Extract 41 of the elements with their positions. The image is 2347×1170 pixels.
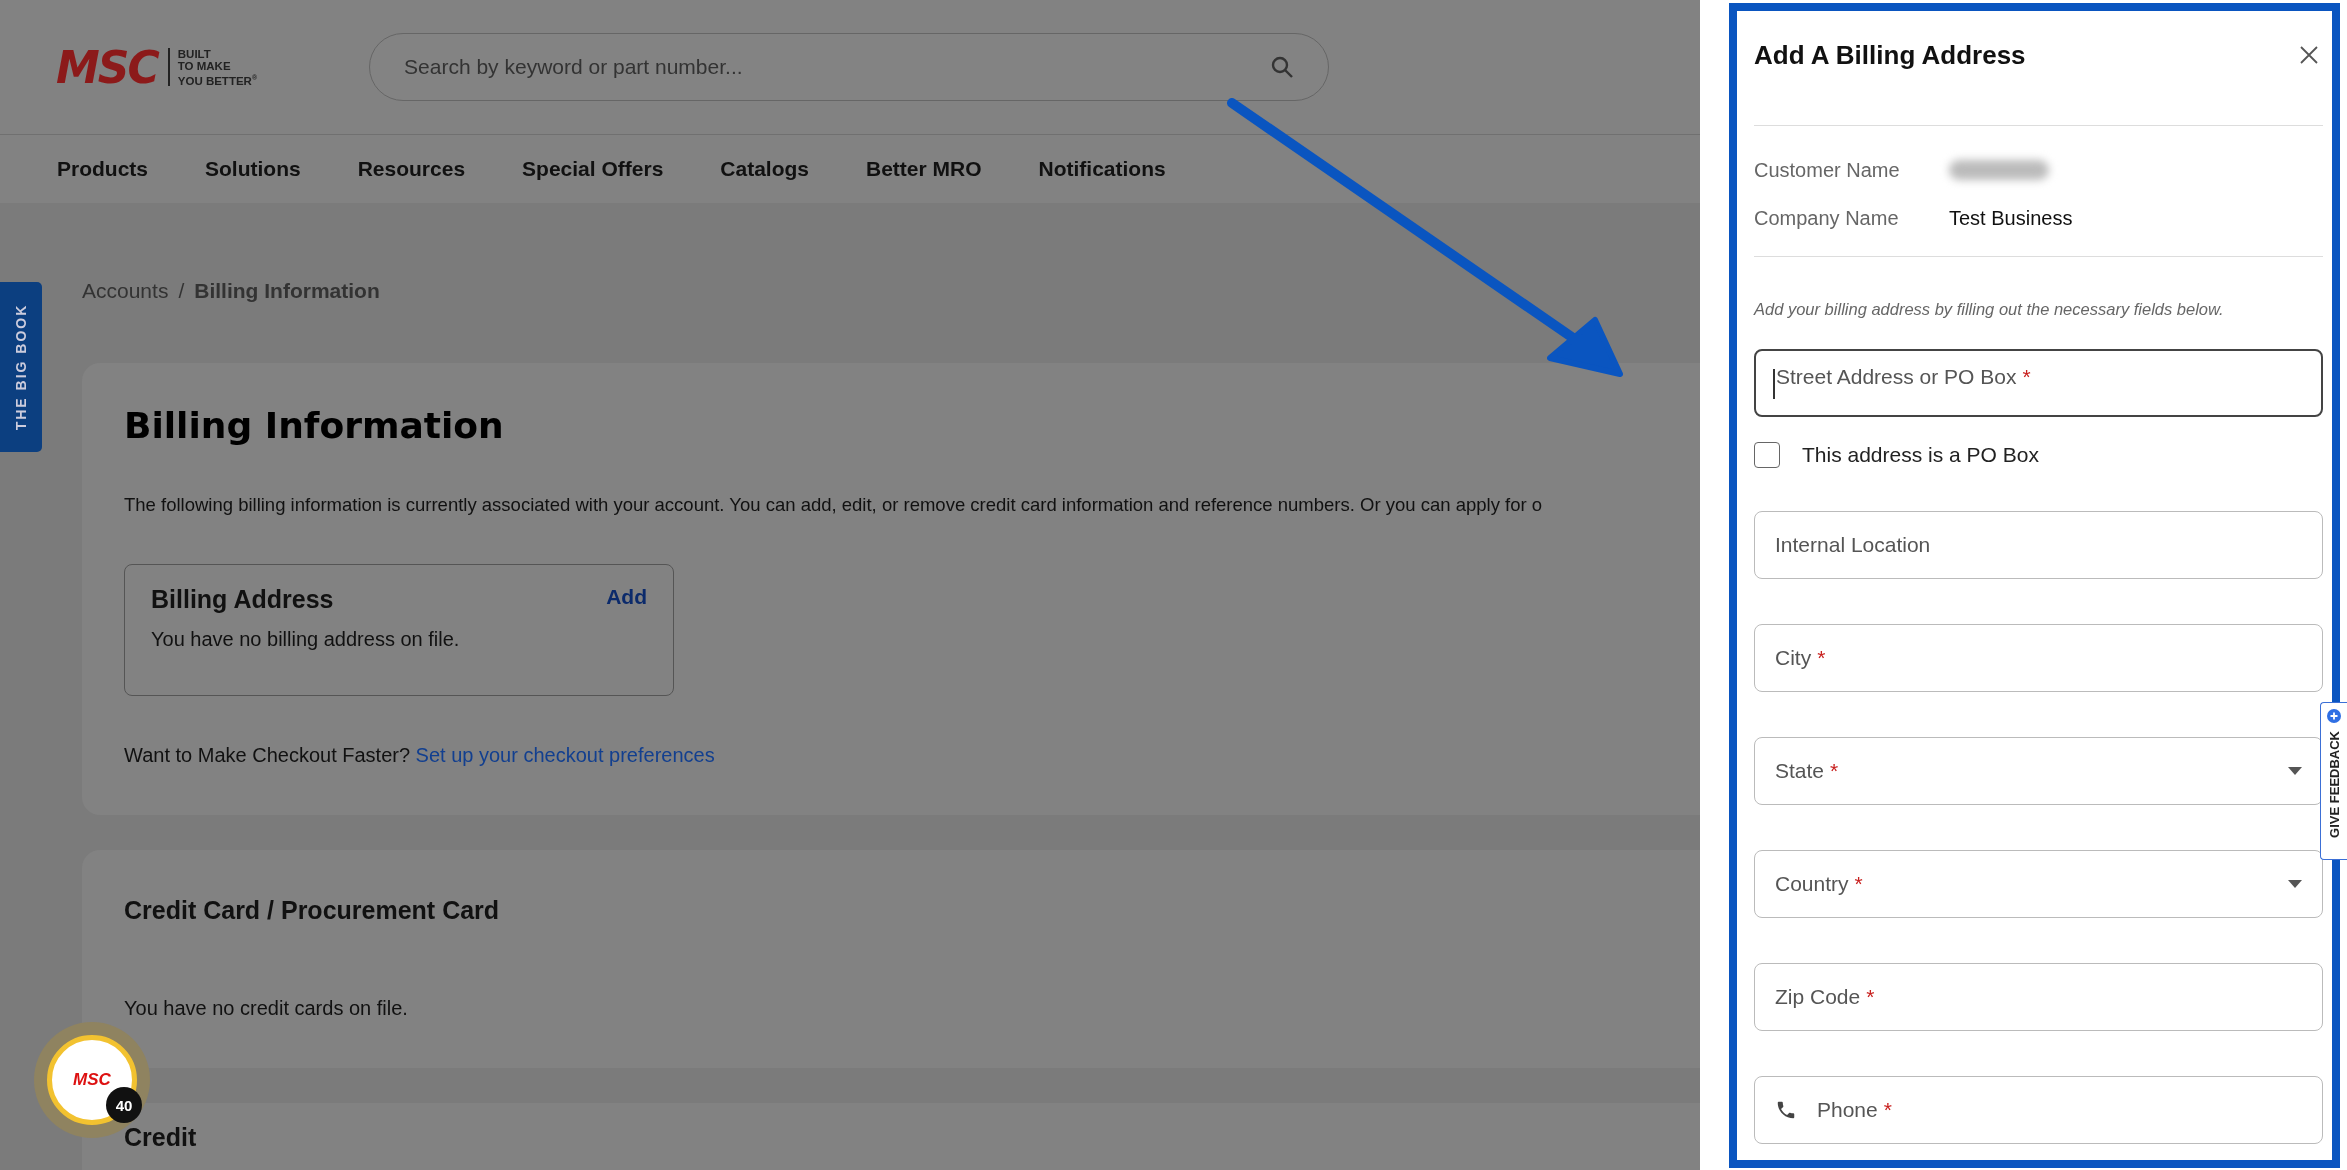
breadcrumb-item: Billing Information [194, 279, 380, 303]
logo-tagline: BUILT TO MAKE YOU BETTER$^{®}$ [167, 47, 258, 87]
nav-item[interactable]: Notifications [1038, 157, 1166, 181]
dropdown-caret-icon [2288, 767, 2302, 775]
info-label: Company Name [1754, 206, 1900, 230]
dropdown-caret-icon [2288, 880, 2302, 888]
drawer-title: Add A Billing Address [1754, 39, 2026, 71]
empty-message: You have no credit cards on file. [124, 997, 409, 1020]
checkout-text: Want to Make Checkout Faster? [124, 744, 411, 766]
input-field[interactable]: Internal Location [1754, 511, 2323, 579]
feedback-tab[interactable]: GIVE FEEDBACK [2320, 702, 2347, 860]
input-field[interactable]: City * [1754, 624, 2323, 692]
search-field[interactable]: Search by keyword or part number... [369, 33, 1330, 101]
card-title: Billing Address [151, 585, 334, 614]
phone-icon [1775, 1099, 1797, 1121]
nav-item[interactable]: Solutions [205, 157, 301, 181]
nav-item[interactable]: Resources [357, 157, 466, 181]
input-field[interactable]: Phone * [1754, 1076, 2323, 1144]
breadcrumb-separator: / [178, 279, 185, 303]
nav-item[interactable]: Catalogs [720, 157, 809, 181]
nav-item[interactable]: Special Offers [522, 157, 664, 181]
search-icon[interactable] [1270, 55, 1295, 79]
checkout-preferences-link[interactable]: Set up your checkout preferences [415, 744, 715, 766]
checkbox[interactable] [1754, 442, 1780, 468]
input-field[interactable]: Zip Code * [1754, 963, 2323, 1031]
intro-text: The following billing information is currently associated with your account. You can add, edit, or remove credit card information and reference numbers. Or you can apply for o [124, 494, 1544, 516]
info-label: Customer Name [1754, 158, 1901, 182]
nav-item[interactable]: Products [57, 157, 148, 181]
dropdown-field[interactable]: Country * [1754, 850, 2323, 918]
side-tab[interactable]: THE BIG BOOK [0, 282, 42, 452]
section-title: Credit Card / Procurement Card [124, 896, 501, 925]
checkbox-label: This address is a PO Box [1802, 443, 2039, 467]
plus-icon [2327, 709, 2341, 723]
form-hint: Add your billing address by filling out the necessary fields below. [1754, 300, 2225, 319]
input-field[interactable]: Street Address or PO Box * [1754, 349, 2323, 417]
add-link[interactable]: Add [606, 585, 647, 614]
page-title: Billing Information [124, 405, 505, 446]
breadcrumb-item[interactable]: Accounts [82, 279, 169, 303]
empty-message: You have no billing address on file. [151, 628, 461, 651]
nav-item[interactable]: Better MRO [866, 157, 982, 181]
info-value: Test Business [1949, 206, 2073, 230]
